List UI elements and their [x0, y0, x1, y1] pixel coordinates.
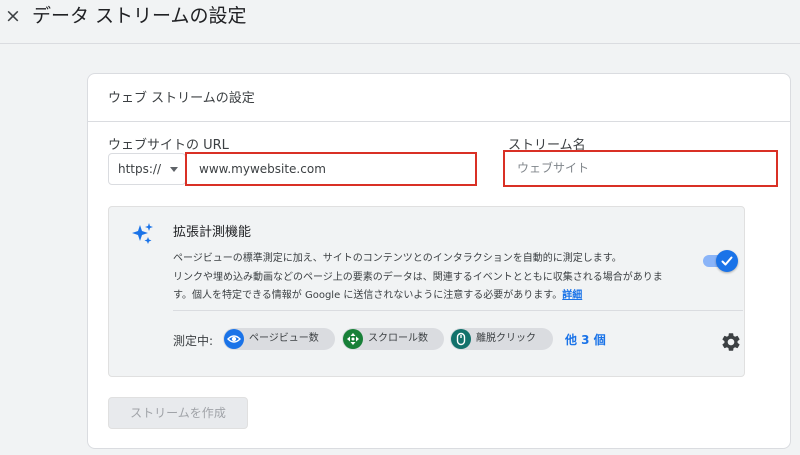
- eye-icon: [224, 329, 244, 349]
- chip-scrolls[interactable]: スクロール数: [342, 328, 444, 350]
- detail-link[interactable]: 詳細: [562, 290, 582, 301]
- measuring-label: 測定中:: [173, 334, 214, 348]
- mouse-icon: [451, 329, 471, 349]
- chip-label: ページビュー数: [249, 333, 319, 344]
- close-icon[interactable]: ×: [2, 4, 24, 28]
- scroll-icon: [343, 329, 363, 349]
- stream-settings-card: ウェブ ストリームの設定 ウェブサイトの URL ストリーム名 https://…: [87, 73, 791, 449]
- enhanced-measurement-title: 拡張計測機能: [173, 225, 252, 240]
- description-line: リンクや埋め込み動画などのページ上の要素のデータは、関連するイベントとともに収集…: [173, 271, 663, 283]
- description-line: ページビューの標準測定に加え、サイトのコンテンツとのインタラクションを自動的に測…: [173, 253, 622, 264]
- description-line-text: す。個人を特定できる情報が Google に送信されないように注意する必要があり…: [173, 290, 563, 301]
- stream-name-placeholder: ウェブサイト: [517, 161, 590, 175]
- chip-label: スクロール数: [368, 333, 428, 344]
- top-bar: × データ ストリームの設定: [0, 0, 800, 44]
- gear-icon[interactable]: [720, 331, 742, 353]
- enhanced-measurement-toggle[interactable]: [701, 250, 741, 272]
- check-icon: [721, 256, 733, 266]
- create-stream-button[interactable]: ストリームを作成: [108, 397, 248, 429]
- stream-name-input[interactable]: ウェブサイト: [503, 150, 778, 187]
- protocol-value: https://: [118, 162, 162, 176]
- chip-label: 離脱クリック: [476, 333, 536, 344]
- card-header: ウェブ ストリームの設定: [88, 74, 790, 122]
- chip-page-views[interactable]: ページビュー数: [223, 328, 335, 350]
- enhanced-measurement-description: ページビューの標準測定に加え、サイトのコンテンツとのインタラクションを自動的に測…: [173, 250, 713, 306]
- description-line: す。個人を特定できる情報が Google に送信されないように注意する必要があり…: [173, 287, 713, 306]
- divider: [173, 310, 743, 311]
- page-title: データ ストリームの設定: [32, 5, 247, 27]
- enhanced-measurement-panel: 拡張計測機能 ページビューの標準測定に加え、サイトのコンテンツとのインタラクショ…: [108, 206, 745, 377]
- chevron-down-icon: [170, 167, 178, 172]
- card-title: ウェブ ストリームの設定: [108, 91, 255, 106]
- chip-outbound-clicks[interactable]: 離脱クリック: [450, 328, 553, 350]
- more-events-link[interactable]: 他 3 個: [565, 331, 606, 348]
- url-input[interactable]: www.mywebsite.com: [185, 152, 477, 186]
- toggle-knob: [716, 250, 738, 272]
- sparkle-icon: [132, 223, 153, 244]
- protocol-select[interactable]: https://: [108, 153, 186, 185]
- url-label: ウェブサイトの URL: [108, 138, 229, 153]
